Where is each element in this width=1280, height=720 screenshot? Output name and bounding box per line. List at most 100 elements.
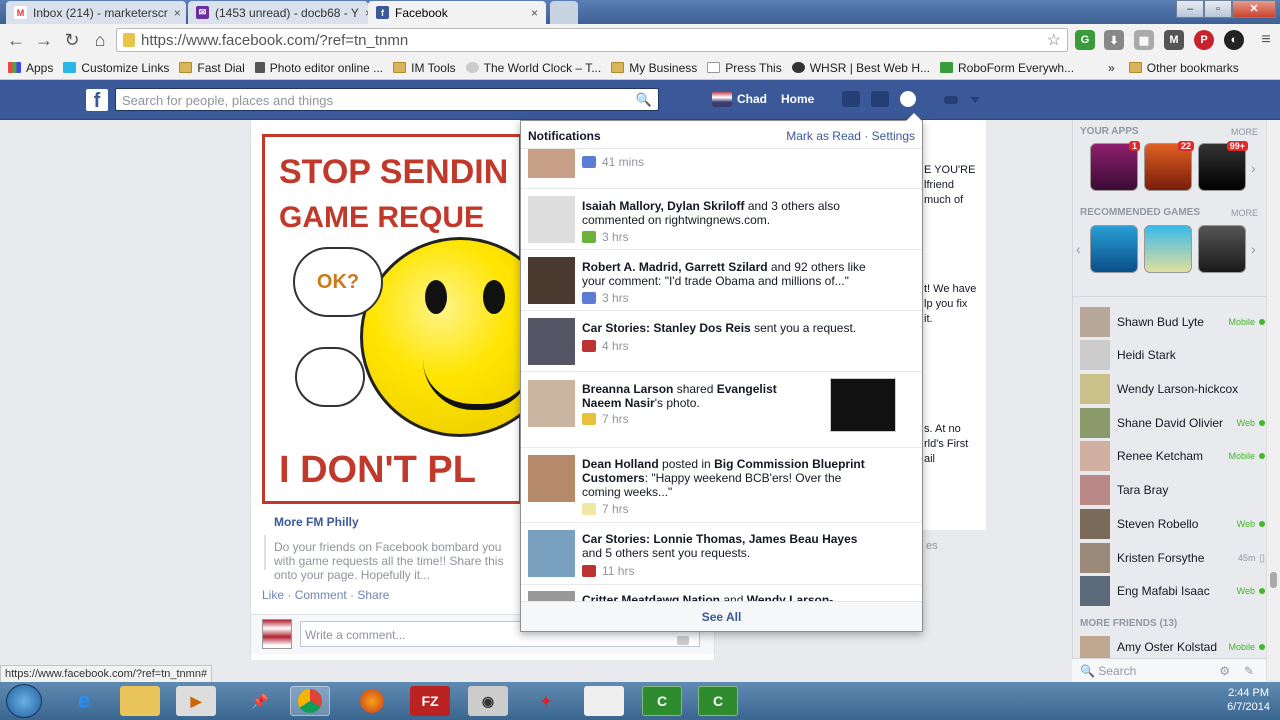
mark-as-read-link[interactable]: Mark as Read [786, 129, 861, 143]
shared-link-title[interactable]: More FM Philly [274, 515, 359, 529]
chat-friend[interactable]: Renee Ketcham Mobile [1080, 441, 1265, 471]
tab-facebook[interactable]: f Facebook × [368, 1, 546, 24]
profile-link[interactable]: Chad [737, 92, 767, 106]
messages-icon[interactable] [871, 91, 889, 107]
camtasia-recorder-icon[interactable]: C [698, 686, 738, 716]
camera-app-icon[interactable]: ◉ [468, 686, 508, 716]
bookmark-item[interactable]: WHSR | Best Web H... [791, 61, 930, 75]
notification-item[interactable]: 41 mins [521, 149, 922, 189]
internet-explorer-icon[interactable]: e [64, 686, 104, 716]
search-icon[interactable]: 🔍 [636, 92, 652, 108]
extension-icon[interactable]: ▦ [1134, 30, 1154, 50]
home-icon[interactable]: ⌂ [88, 28, 112, 52]
zombie-game-icon[interactable] [1198, 225, 1246, 273]
chat-friend[interactable]: Shane David Olivier Web [1080, 408, 1265, 438]
chat-search-input[interactable]: 🔍 Search ⚙ ✎ [1072, 658, 1266, 682]
reload-icon[interactable]: ↻ [60, 28, 84, 52]
bookmark-folder[interactable]: Fast Dial [179, 61, 245, 75]
extension-icon[interactable]: ◐ [1224, 30, 1244, 50]
chrome-icon[interactable] [290, 686, 330, 716]
comment-link[interactable]: Comment [295, 588, 347, 602]
like-link[interactable]: Like [262, 588, 284, 602]
chat-friend[interactable]: Amy Oster Kolstad Mobile [1080, 636, 1265, 658]
chat-friend[interactable]: Heidi Stark [1080, 340, 1265, 370]
chat-friend[interactable]: Kristen Forsythe 45m ▯ [1080, 543, 1265, 573]
chat-friend[interactable]: Wendy Larson-hickcox [1080, 374, 1265, 404]
post-image[interactable]: STOP SENDIN GAME REQUE OK? I DON'T PL [262, 134, 560, 504]
page-scrollbar[interactable] [1266, 120, 1280, 680]
slotomania-app-icon[interactable]: 1 [1090, 141, 1140, 191]
chat-friend[interactable]: Tara Bray [1080, 475, 1265, 505]
profile-avatar[interactable] [712, 91, 732, 107]
scrollbar-thumb[interactable] [1270, 572, 1277, 588]
search-input[interactable]: Search for people, places and things 🔍 [115, 88, 659, 111]
back-icon[interactable]: ← [4, 28, 28, 52]
media-player-icon[interactable]: ▶ [176, 686, 216, 716]
firefox-icon[interactable] [352, 686, 392, 716]
bookmark-apps[interactable]: Apps [8, 61, 53, 75]
notification-item[interactable]: Car Stories: Lonnie Thomas, James Beau H… [521, 523, 922, 585]
facebook-logo-icon[interactable]: f [86, 89, 108, 112]
extension-icon[interactable]: G [1075, 30, 1095, 50]
chevron-right-icon[interactable]: › [1251, 241, 1256, 257]
friend-requests-icon[interactable] [842, 91, 860, 107]
notification-item[interactable]: Breanna Larson shared Evangelist Naeem N… [521, 372, 922, 448]
privacy-icon[interactable] [944, 96, 958, 104]
notifications-list[interactable]: 41 mins Isaiah Mallory, Dylan Skriloff a… [521, 149, 922, 601]
menu-icon[interactable]: ≡ [1256, 30, 1276, 50]
notification-settings-link[interactable]: Settings [872, 129, 915, 143]
camtasia-icon[interactable]: C [642, 686, 682, 716]
address-bar[interactable]: https://www.facebook.com/?ref=tn_tnmn ☆ [116, 28, 1068, 52]
runner-game-icon[interactable] [1090, 225, 1138, 273]
close-window-button[interactable]: ✕ [1232, 0, 1276, 18]
minimize-button[interactable]: – [1176, 0, 1204, 18]
settings-dropdown-icon[interactable] [970, 97, 980, 103]
car-game-icon[interactable] [1144, 225, 1192, 273]
filezilla-icon[interactable]: FZ [410, 686, 450, 716]
chat-friend[interactable]: Shawn Bud Lyte Mobile [1080, 307, 1265, 337]
close-tab-icon[interactable]: × [531, 6, 538, 20]
tab-yahoo-mail[interactable]: ✉ (1453 unread) - docb68 - Y × [188, 1, 368, 24]
zombie-app-icon[interactable]: 99+ [1198, 141, 1248, 191]
bookmark-star-icon[interactable]: ☆ [1047, 30, 1061, 50]
download-icon[interactable]: ⬇ [1104, 30, 1124, 50]
new-tab-button[interactable] [550, 1, 578, 24]
maximize-button[interactable]: ▫ [1204, 0, 1232, 18]
close-tab-icon[interactable]: × [174, 6, 181, 20]
start-button[interactable] [6, 684, 42, 718]
tab-gmail[interactable]: M Inbox (214) - marketerscr × [6, 1, 186, 24]
compose-icon[interactable]: ✎ [1244, 664, 1254, 678]
forward-icon[interactable]: → [32, 28, 56, 52]
app-icon[interactable] [584, 686, 624, 716]
bookmark-item[interactable]: Customize Links [63, 61, 169, 75]
bookmark-item[interactable]: The World Clock – T... [465, 61, 601, 75]
pinterest-icon[interactable]: P [1194, 30, 1214, 50]
shared-photo-thumbnail[interactable] [830, 378, 896, 432]
app-icon[interactable]: ✦ [526, 686, 566, 716]
notification-item[interactable]: Car Stories: Stanley Dos Reis sent you a… [521, 311, 922, 372]
gear-icon[interactable]: ⚙ [1219, 664, 1230, 678]
chat-friend[interactable]: Eng Mafabi Isaac Web [1080, 576, 1265, 606]
other-bookmarks[interactable]: Other bookmarks [1128, 61, 1239, 75]
extension-icon[interactable]: M [1164, 30, 1184, 50]
chevron-right-icon[interactable]: › [1251, 160, 1256, 176]
bookmark-item[interactable]: Press This [707, 61, 782, 75]
apps-more-link[interactable]: MORE [1231, 127, 1258, 137]
bookmark-folder[interactable]: My Business [611, 61, 697, 75]
see-all-link[interactable]: See All [521, 601, 922, 631]
games-more-link[interactable]: MORE [1231, 208, 1258, 218]
camera-icon[interactable] [677, 636, 689, 645]
pin-icon[interactable]: 📌 [240, 686, 280, 716]
notification-item[interactable]: Isaiah Mallory, Dylan Skriloff and 3 oth… [521, 189, 922, 250]
chevron-left-icon[interactable]: ‹ [1076, 241, 1081, 257]
notifications-globe-icon[interactable] [900, 91, 916, 107]
bookmark-item[interactable]: Photo editor online ... [254, 61, 383, 75]
home-link[interactable]: Home [781, 92, 814, 106]
chat-friend[interactable]: Steven Robello Web [1080, 509, 1265, 539]
file-explorer-icon[interactable] [120, 686, 160, 716]
bookmarks-overflow[interactable]: » [1108, 61, 1115, 75]
notification-item[interactable]: Critter Meatdawg Nation and Wendy Larson… [521, 585, 922, 601]
notification-item[interactable]: Dean Holland posted in Big Commission Bl… [521, 448, 922, 523]
system-tray-clock[interactable]: 2:44 PM 6/7/2014 [1227, 686, 1270, 714]
bookmark-folder[interactable]: IM Tools [393, 61, 456, 75]
